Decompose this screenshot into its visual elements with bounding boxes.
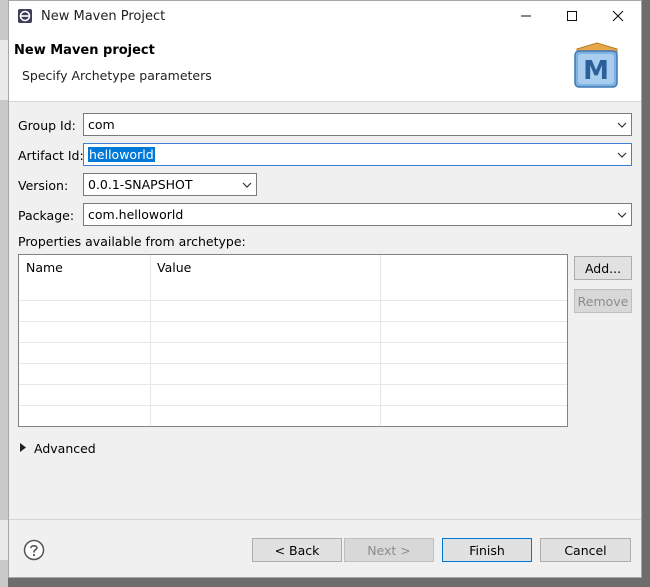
background-app: [0, 0, 8, 587]
package-value: com.helloworld: [88, 207, 184, 222]
chevron-down-icon[interactable]: [238, 182, 256, 188]
wizard-header: New Maven project Specify Archetype para…: [9, 31, 641, 102]
properties-table[interactable]: Name Value: [18, 254, 568, 427]
cancel-button[interactable]: Cancel: [540, 538, 631, 562]
eclipse-app-icon: [18, 9, 32, 23]
properties-label: Properties available from archetype:: [18, 234, 246, 249]
back-button[interactable]: < Back: [252, 538, 342, 562]
wizard-title: New Maven project: [14, 43, 155, 58]
window-title: New Maven Project: [41, 8, 166, 24]
artifact-id-label: Artifact Id:: [18, 148, 84, 163]
package-combo[interactable]: com.helloworld: [83, 203, 632, 226]
package-label: Package:: [18, 208, 75, 223]
next-button[interactable]: Next >: [344, 538, 434, 562]
artifact-id-combo[interactable]: helloworld: [83, 143, 632, 166]
column-header-value[interactable]: Value: [150, 255, 380, 281]
close-icon: [612, 10, 624, 22]
version-label: Version:: [18, 178, 69, 193]
advanced-toggle[interactable]: Advanced: [20, 441, 96, 456]
group-id-combo[interactable]: com: [83, 113, 632, 136]
chevron-down-icon[interactable]: [613, 122, 631, 128]
remove-property-button[interactable]: Remove: [574, 289, 632, 313]
title-bar: New Maven Project: [9, 1, 641, 31]
new-maven-project-dialog: New Maven Project New Maven project Spec…: [8, 0, 642, 578]
version-combo[interactable]: 0.0.1-SNAPSHOT: [83, 173, 257, 196]
maven-logo-icon: M: [574, 42, 618, 88]
svg-text:M: M: [583, 56, 609, 86]
version-value: 0.0.1-SNAPSHOT: [88, 177, 193, 192]
window-controls: [503, 1, 641, 31]
add-property-button[interactable]: Add...: [574, 256, 632, 280]
maximize-button[interactable]: [549, 1, 595, 31]
group-id-value: com: [88, 117, 115, 132]
triangle-right-icon: [20, 442, 26, 455]
finish-button[interactable]: Finish: [442, 538, 532, 562]
advanced-label: Advanced: [34, 441, 96, 456]
chevron-down-icon[interactable]: [613, 152, 631, 158]
column-header-name[interactable]: Name: [19, 255, 150, 281]
wizard-subtitle: Specify Archetype parameters: [22, 68, 212, 83]
artifact-id-value: helloworld: [88, 147, 155, 162]
chevron-down-icon[interactable]: [613, 212, 631, 218]
minimize-icon: [521, 15, 531, 17]
close-button[interactable]: [595, 1, 641, 31]
maximize-icon: [567, 11, 577, 21]
help-icon[interactable]: [23, 539, 45, 561]
minimize-button[interactable]: [503, 1, 549, 31]
group-id-label: Group Id:: [18, 118, 76, 133]
